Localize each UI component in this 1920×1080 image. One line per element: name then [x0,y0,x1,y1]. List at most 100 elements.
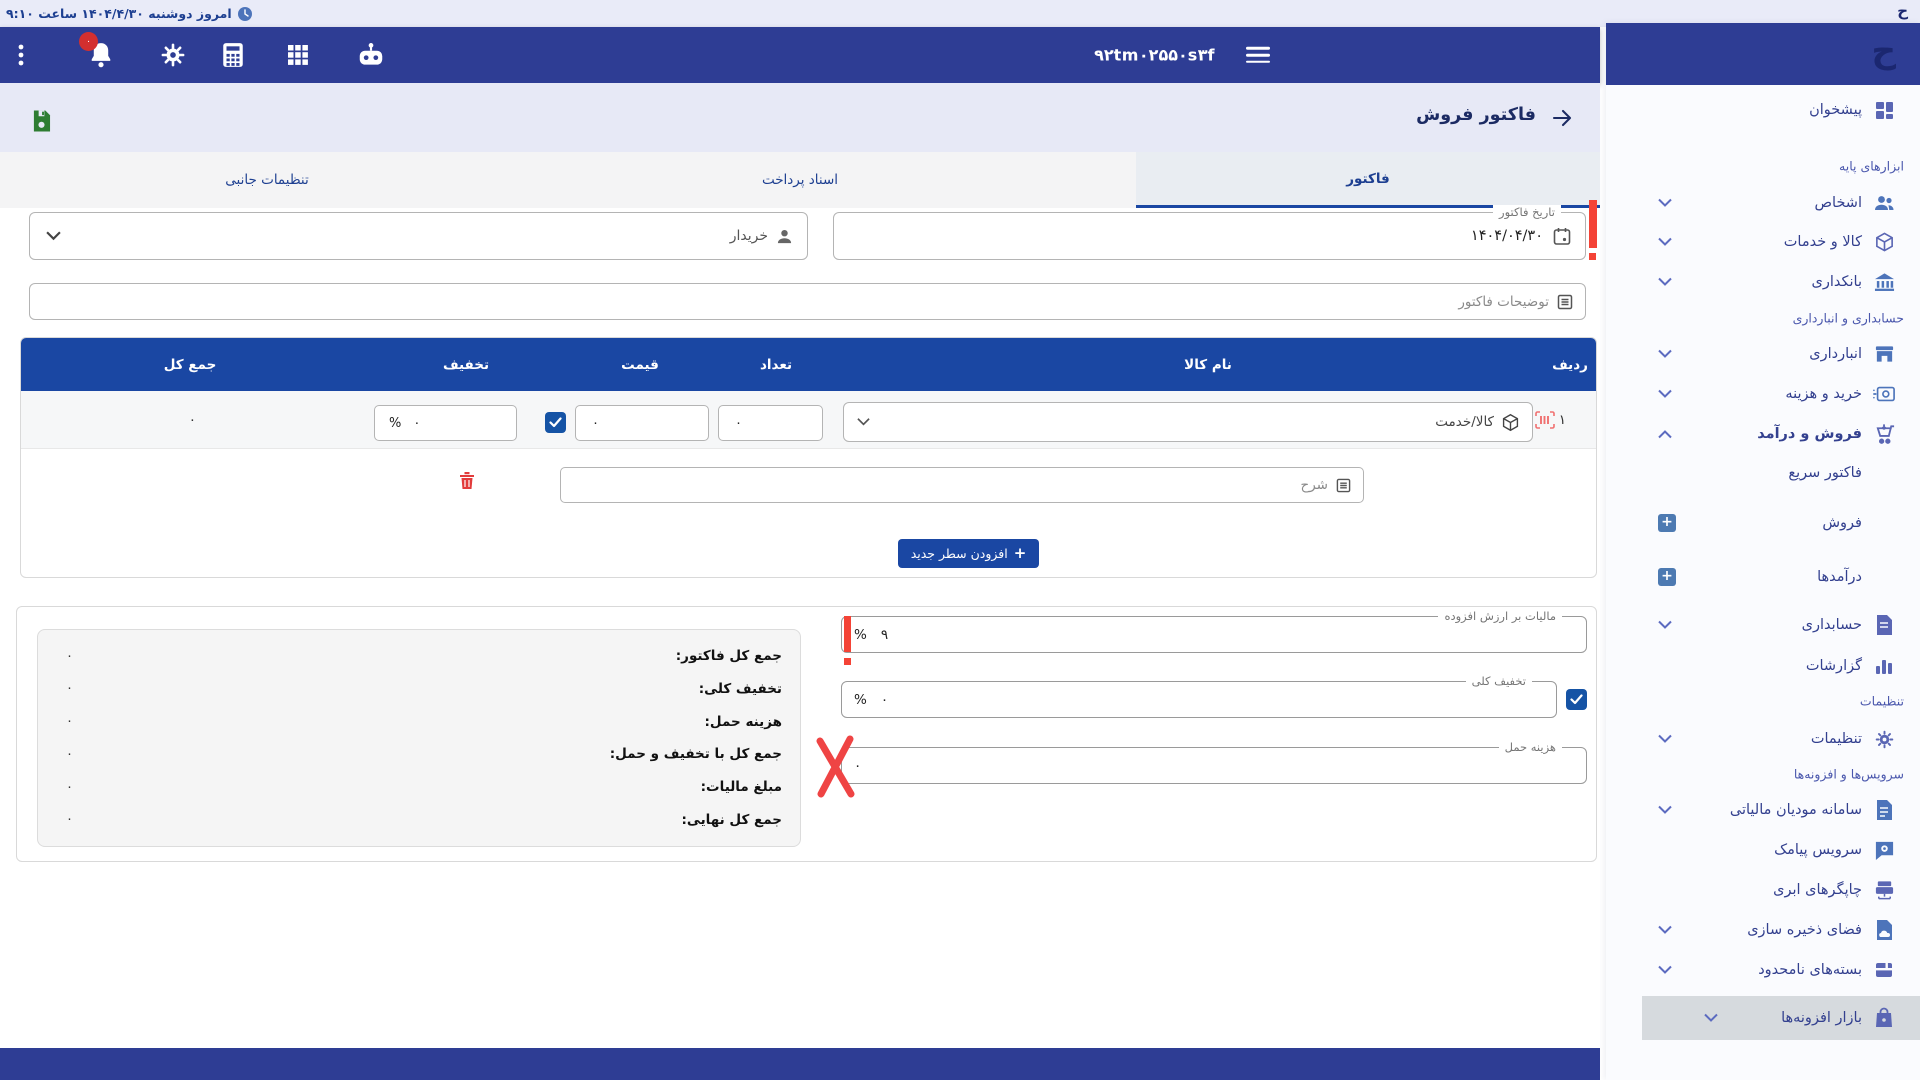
summary-value: ۰ [56,812,73,827]
sidebar-item-unlimited-packages[interactable]: بسته‌های نامحدود [1606,950,1920,990]
sidebar-item-purchase-expense[interactable]: خرید و هزینه [1606,374,1920,414]
buyer-placeholder: خریدار [730,228,768,244]
summary-label: جمع کل فاکتور: [676,648,782,664]
person-icon [776,228,793,245]
navbar: ۰ ۹۲tm۰۲۵۵۰s۳f [0,27,1600,83]
sidebar-item-label: بانکداری [1812,274,1863,290]
tab-payment-documents[interactable]: اسناد پرداخت [593,152,1007,208]
gear-icon[interactable] [160,42,186,68]
back-arrow-icon[interactable] [1550,106,1574,130]
chevron-down-icon [1658,390,1672,399]
summary-value: ۰ [56,649,73,664]
sidebar-item-warehousing[interactable]: انبارداری [1606,334,1920,374]
gear-icon [1872,727,1896,751]
calculator-icon[interactable] [222,42,244,68]
sidebar-item-tax-system[interactable]: سامانه مودیان مالیاتی [1606,790,1920,830]
sidebar-item-storage[interactable]: فضای ذخیره سازی [1606,910,1920,950]
quantity-input[interactable] [718,405,823,441]
sms-icon [1872,838,1896,862]
shipping-cost-input[interactable]: هزینه حمل ۰ [841,747,1587,784]
brand-mini-logo: ح [1897,2,1908,20]
notifications-bell-icon[interactable]: ۰ [88,41,114,69]
document-icon [1872,613,1896,637]
overall-discount-percent-checkbox[interactable] [1566,689,1587,710]
chevron-down-icon [1658,966,1672,975]
add-row-button[interactable]: + افزودن سطر جدید [898,539,1039,568]
summary-label: مبلغ مالیات: [701,779,782,795]
sidebar-item-label: بسته‌های نامحدود [1758,962,1862,978]
kebab-menu-icon[interactable] [18,43,24,67]
delete-row-trash-icon[interactable] [459,471,475,490]
sidebar-item-goods-services[interactable]: کالا و خدمات [1606,222,1920,262]
box-icon [1501,413,1520,432]
vat-input[interactable]: مالیات بر ارزش افزوده ۹ % [841,616,1587,653]
price-input[interactable] [575,405,709,441]
summary-value: ۰ [56,747,73,762]
sidebar-header: ح [1606,23,1920,85]
invoice-date-field[interactable]: تاریخ فاکتور ۱۴۰۴/۰۴/۳۰ [833,212,1586,260]
sidebar-item-banking[interactable]: بانکداری [1606,262,1920,302]
sidebar-item-label: درآمدها [1817,569,1862,585]
shopping-bag-icon [1872,1006,1896,1030]
assistant-robot-icon[interactable] [356,41,386,69]
sidebar-item-reports[interactable]: گزارشات [1606,646,1920,686]
sidebar-item-label: فروش [1822,515,1862,531]
summary-value: ۰ [56,714,73,729]
vat-value: ۹ [881,627,888,643]
discount-input[interactable]: ۰ % [374,405,517,441]
chevron-down-icon [1658,621,1672,630]
cart-icon [1872,422,1896,446]
sidebar-item-sms-service[interactable]: سرویس پیامک [1606,830,1920,870]
tab-side-settings[interactable]: تنظیمات جانبی [60,152,474,208]
sidebar-section-label: سرویس‌ها و افزونه‌ها [1794,767,1904,782]
chevron-down-icon [1658,278,1672,287]
tab-label: تنظیمات جانبی [225,172,308,188]
add-income-plus-icon[interactable]: + [1658,568,1676,586]
buyer-select[interactable]: خریدار [29,212,808,260]
sidebar-item-quick-invoice[interactable]: فاکتور سریع [1606,453,1920,493]
sidebar-item-accounting[interactable]: حسابداری [1606,605,1920,645]
required-marker-dot [1589,253,1596,260]
invoice-description-field[interactable]: توضیحات فاکتور [29,283,1586,320]
save-button[interactable] [32,109,51,133]
product-select[interactable]: کالا/خدمت [843,402,1533,442]
chevron-up-icon [1658,430,1672,439]
tabs-bar: فاکتور اسناد پرداخت تنظیمات جانبی [0,152,1600,208]
sidebar-section-services-addons: سرویس‌ها و افزونه‌ها [1606,761,1920,787]
add-sale-plus-icon[interactable]: + [1658,514,1676,532]
brand-logo[interactable]: ح [1871,31,1896,71]
notes-icon [1557,294,1573,310]
note-input[interactable]: شرح [560,467,1364,503]
sidebar-item-incomes[interactable]: درآمدها + [1606,557,1920,597]
sidebar-section-label: حسابداری و انبارداری [1793,311,1904,326]
tab-invoice[interactable]: فاکتور [1136,152,1600,208]
chevron-down-icon [1658,199,1672,208]
sidebar-item-cloud-printers[interactable]: چاپگرهای ابری [1606,870,1920,910]
invoice-description-placeholder: توضیحات فاکتور [1458,294,1549,310]
column-header-row: ردیف [1552,357,1588,373]
sidebar-item-settings[interactable]: تنظیمات [1606,719,1920,759]
overall-discount-input[interactable]: تخفیف کلی ۰ % [841,681,1557,718]
sidebar-item-persons[interactable]: اشخاص [1606,183,1920,223]
sidebar-item-label: اشخاص [1815,195,1863,211]
barcode-icon[interactable] [1535,411,1555,429]
sidebar-item-addons-market[interactable]: بازار افزونه‌ها [1642,996,1920,1040]
apps-grid-icon[interactable] [286,43,310,67]
sidebar-section-accounting-warehousing: حسابداری و انبارداری [1606,305,1920,331]
sidebar-item-sales[interactable]: فروش + [1606,503,1920,543]
chevron-down-icon [46,231,61,241]
sidebar-item-label: سامانه مودیان مالیاتی [1730,802,1862,818]
chevron-down-icon [1658,926,1672,935]
sidebar-item-label: کالا و خدمات [1784,234,1862,250]
calendar-icon [1553,227,1571,246]
sidebar-item-label: خرید و هزینه [1785,386,1862,402]
sidebar-item-sales-income[interactable]: فروش و درآمد [1606,414,1920,454]
sidebar-item-dashboard[interactable]: پیشخوان [1606,90,1920,130]
store-icon [1872,342,1896,366]
totals-summary-box: جمع کل فاکتور: ۰ تخفیف کلی: ۰ هزینه حمل:… [37,629,801,847]
invoice-date-value: ۱۴۰۴/۰۴/۳۰ [1471,228,1543,244]
hamburger-menu-icon[interactable] [1246,43,1270,68]
today-date-label: امروز دوشنبه ۱۴۰۴/۴/۳۰ ساعت ۹:۱۰ [6,6,232,21]
product-placeholder: کالا/خدمت [1435,414,1494,430]
discount-percent-checkbox[interactable] [545,412,566,433]
